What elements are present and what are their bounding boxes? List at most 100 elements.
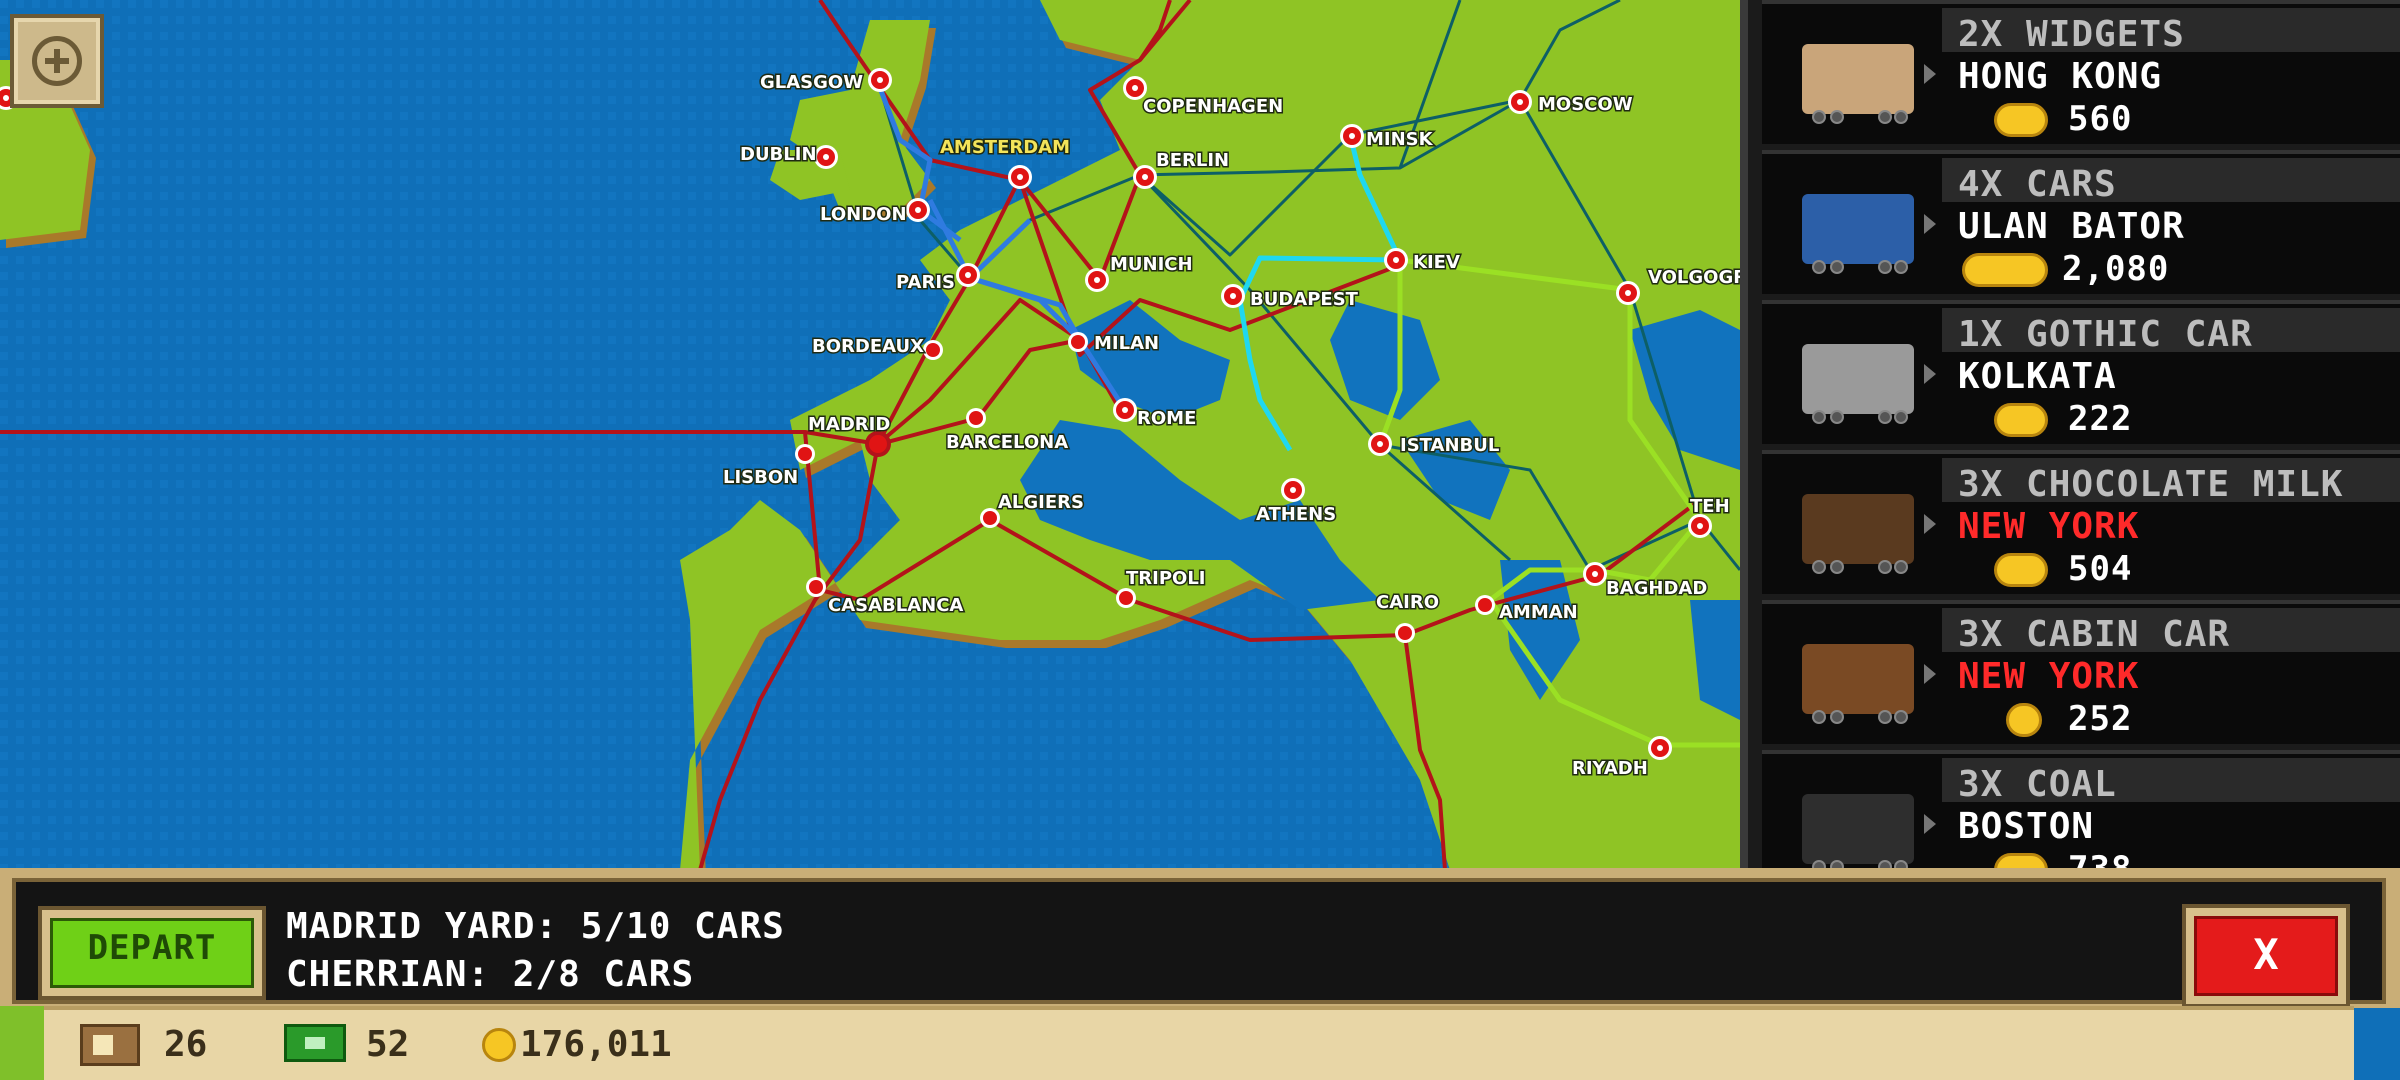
city-label: BUDAPEST [1250, 289, 1359, 310]
cargo-destination: HONG KONG [1958, 56, 2163, 97]
train-status: CHERRIAN: 2/8 CARS [286, 954, 695, 995]
city-node [1113, 398, 1137, 422]
city-node [1616, 281, 1640, 305]
city-label: ALGIERS [998, 492, 1084, 513]
cargo-quantity: 4X CARS [1958, 164, 2117, 205]
world-map[interactable]: GLASGOW COPENHAGEN MOSCOW DUBLIN AMSTERD… [0, 0, 1740, 870]
city-node [1583, 562, 1607, 586]
gold-count: 176,011 [520, 1024, 672, 1065]
cargo-reward-value: 252 [2068, 699, 2133, 739]
city-node [1368, 432, 1392, 456]
city-node [1648, 736, 1672, 760]
arrow-right-icon [1924, 814, 1936, 834]
city-label: PARIS [896, 272, 955, 293]
city-node [1221, 284, 1245, 308]
cargo-item[interactable]: 3X COAL BOSTON 738 [1762, 750, 2400, 870]
gold-coin-icon [2006, 703, 2042, 737]
city-label: BARCELONA [946, 432, 1068, 453]
city-node [1116, 588, 1136, 608]
car-wheels [1806, 410, 1910, 424]
zoom-in-button[interactable] [10, 14, 104, 108]
car-wheels [1806, 260, 1910, 274]
city-label: BORDEAUX [812, 336, 924, 357]
cargo-item[interactable]: 4X CARS ULAN BATOR 2,080 [1762, 150, 2400, 294]
cargo-reward-value: 222 [2068, 399, 2133, 439]
cargo-item[interactable]: 3X CHOCOLATE MILK NEW YORK 504 [1762, 450, 2400, 594]
cash-icon [284, 1024, 346, 1062]
arrow-right-icon [1924, 514, 1936, 534]
depart-button[interactable]: DEPART [38, 906, 266, 1000]
arrow-right-icon [1924, 664, 1936, 684]
cargo-quantity: 1X GOTHIC CAR [1958, 314, 2253, 355]
cargo-destination: ULAN BATOR [1958, 206, 2185, 247]
city-label: BERLIN [1156, 150, 1229, 171]
city-node [1395, 623, 1415, 643]
city-label: DUBLIN [740, 144, 817, 165]
city-node [1688, 514, 1712, 538]
city-label: AMMAN [1499, 602, 1578, 623]
cargo-panel[interactable]: 2X WIDGETS HONG KONG 560 4X CARS ULAN BA… [1740, 0, 2400, 870]
city-node [966, 408, 986, 428]
arrow-right-icon [1924, 64, 1936, 84]
city-label: VOLGOGR [1648, 267, 1740, 288]
city-label: MADRID [808, 414, 890, 435]
city-node [1008, 165, 1032, 189]
trains-count: 26 [164, 1024, 208, 1065]
city-label: CAIRO [1376, 592, 1439, 613]
city-label: LONDON [820, 204, 907, 225]
city-node [814, 145, 838, 169]
coal-car-icon [1802, 794, 1914, 864]
yard-status: MADRID YARD: 5/10 CARS [286, 906, 785, 947]
city-label: AMSTERDAM [940, 137, 1070, 158]
close-button[interactable]: X [2182, 904, 2350, 1008]
train-ticket-icon [80, 1024, 140, 1066]
gold-coin-icon [1994, 103, 2048, 137]
city-node [1068, 332, 1088, 352]
city-label: CASABLANCA [828, 595, 963, 616]
city-node [906, 198, 930, 222]
city-label: BAGHDAD [1606, 578, 1707, 599]
cargo-reward-value: 738 [2068, 849, 2133, 870]
city-node [1133, 165, 1157, 189]
cash-count: 52 [366, 1024, 410, 1065]
car-carrier-icon [1802, 194, 1914, 264]
cargo-reward-value: 560 [2068, 99, 2133, 139]
cargo-item[interactable]: 3X CABIN CAR NEW YORK 252 [1762, 600, 2400, 744]
city-node [795, 444, 815, 464]
car-wheels [1806, 560, 1910, 574]
city-node [1508, 90, 1532, 114]
city-label: MOSCOW [1538, 94, 1633, 115]
city-label: GLASGOW [760, 72, 863, 93]
city-node [923, 340, 943, 360]
arrow-right-icon [1924, 214, 1936, 234]
map-canvas[interactable]: GLASGOW COPENHAGEN MOSCOW DUBLIN AMSTERD… [0, 0, 1740, 870]
city-node [1340, 124, 1364, 148]
city-label: RIYADH [1572, 758, 1648, 779]
city-label: TEH [1690, 496, 1730, 517]
resources-bar: 26 52 176,011 [44, 1006, 2354, 1080]
city-node [1384, 248, 1408, 272]
city-label: COPENHAGEN [1143, 96, 1283, 117]
cargo-quantity: 3X COAL [1958, 764, 2117, 805]
gold-coin-icon [1994, 403, 2048, 437]
cargo-destination: NEW YORK [1958, 506, 2140, 547]
depart-button-label: DEPART [50, 918, 254, 988]
dispatch-bar: DEPART MADRID YARD: 5/10 CARS CHERRIAN: … [0, 868, 2400, 1008]
cargo-item[interactable]: 2X WIDGETS HONG KONG 560 [1762, 0, 2400, 144]
close-icon: X [2194, 916, 2338, 996]
cargo-destination: NEW YORK [1958, 656, 2140, 697]
city-label: MUNICH [1110, 254, 1193, 275]
cargo-quantity: 2X WIDGETS [1958, 14, 2185, 55]
city-node [1085, 268, 1109, 292]
city-label: MILAN [1094, 333, 1159, 354]
cargo-item[interactable]: 1X GOTHIC CAR KOLKATA 222 [1762, 300, 2400, 444]
map-edge [0, 1006, 44, 1080]
cargo-destination: KOLKATA [1958, 356, 2117, 397]
cargo-reward-value: 2,080 [2062, 249, 2170, 289]
dispatch-panel: DEPART MADRID YARD: 5/10 CARS CHERRIAN: … [12, 878, 2386, 1008]
city-node [806, 577, 826, 597]
car-wheels [1806, 710, 1910, 724]
city-label: LISBON [723, 467, 798, 488]
arrow-right-icon [1924, 364, 1936, 384]
cargo-quantity: 3X CABIN CAR [1958, 614, 2231, 655]
